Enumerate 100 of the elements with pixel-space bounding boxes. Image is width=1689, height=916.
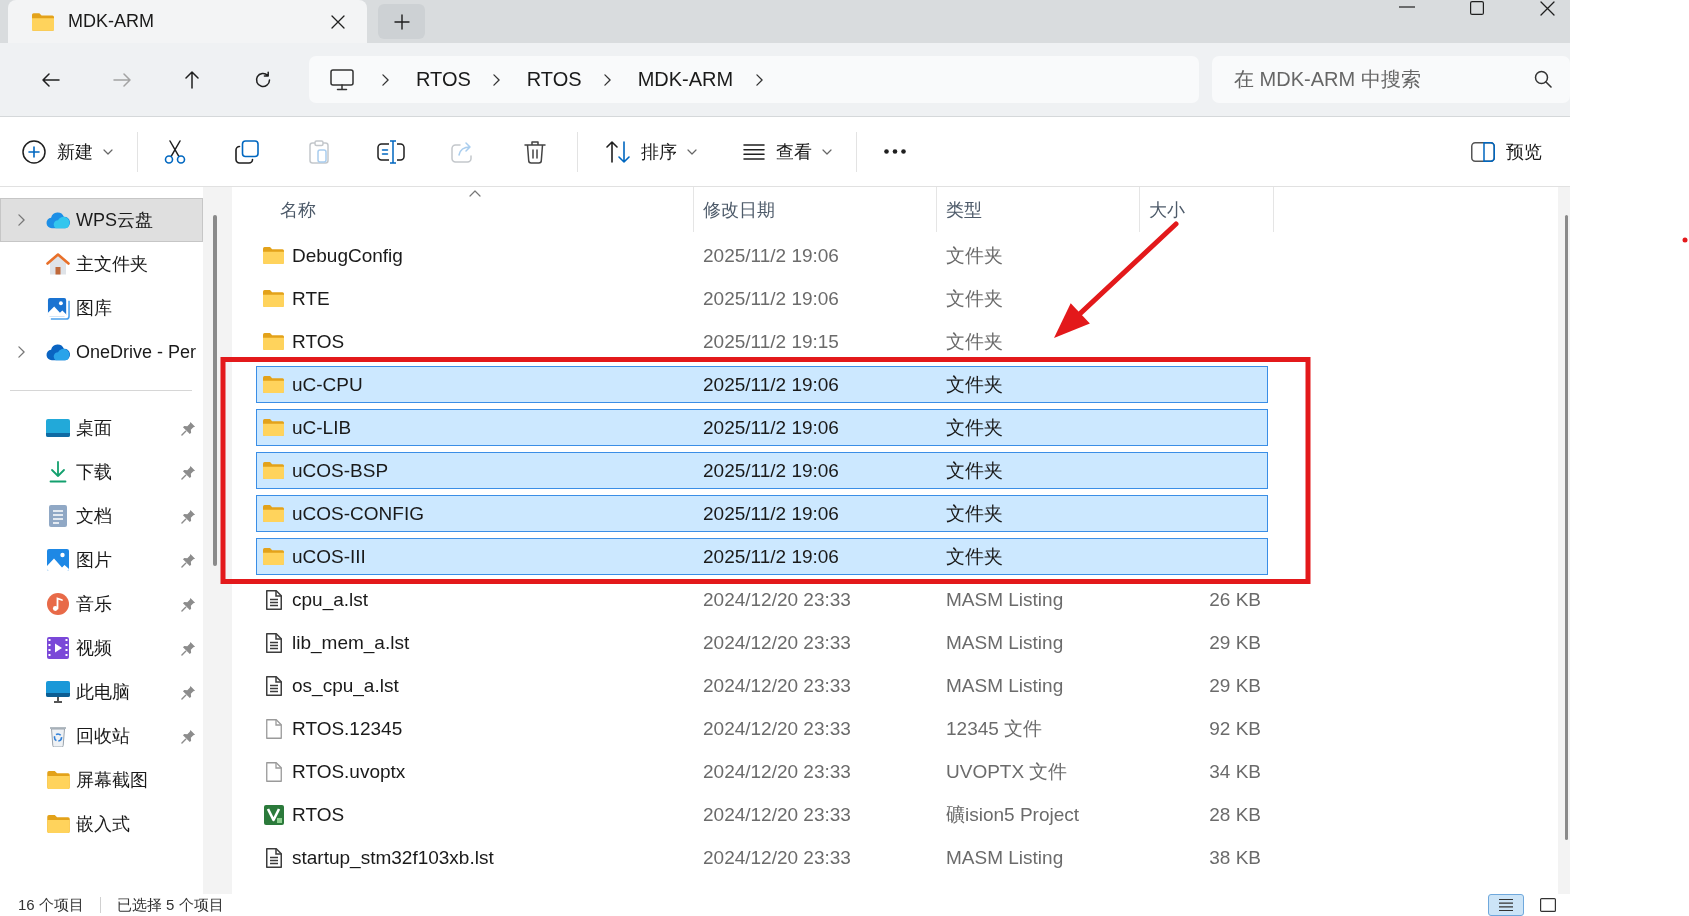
file-row[interactable]: uCOS-BSP 2025/11/2 19:06 文件夹 [256,452,1268,489]
address-bar[interactable]: RTOS RTOS MDK-ARM [308,56,1199,103]
download-arrow-icon [49,461,67,483]
arrow-left-icon [41,72,60,87]
modified-date: 2025/11/2 19:06 [702,459,839,482]
modified-date: 2024/12/20 23:33 [702,588,851,611]
project-file-icon [263,804,284,825]
sidebar-item[interactable]: 回收站 [0,714,203,758]
file-size: 38 KB [1209,846,1262,869]
file-row[interactable]: DebugConfig 2025/11/2 19:06 文件夹 [256,237,1268,274]
file-row[interactable]: RTOS 2025/11/2 19:15 文件夹 [256,323,1268,360]
file-row[interactable]: RTOS.uvoptx 2024/12/20 23:33 UVOPTX 文件 34 KB [256,753,1268,790]
scrollbar-thumb[interactable] [1565,215,1568,840]
file-row[interactable]: lib_mem_a.lst 2024/12/20 23:33 MASM Listing 29 KB [256,624,1268,661]
modified-date: 2025/11/2 19:15 [702,330,839,353]
tab[interactable]: MDK-ARM [8,0,367,43]
modified-date: 2025/11/2 19:06 [702,416,839,439]
copy-icon [235,139,259,164]
sidebar-item[interactable]: 音乐 [0,582,203,626]
recycle-bin-icon [49,725,67,747]
sidebar-item[interactable]: 桌面 [0,406,203,450]
breadcrumb-item[interactable]: RTOS [520,61,588,98]
folder-icon [32,12,54,31]
file-name: RTOS [292,330,345,353]
chevron-right-icon[interactable] [604,73,612,86]
sort-button[interactable]: 排序 [598,129,705,174]
chevron-down-icon [103,148,113,155]
file-name: RTOS [292,803,345,826]
sidebar-item[interactable]: 屏幕截图 [0,758,203,802]
new-tab-button[interactable] [378,4,425,39]
column-header[interactable]: 修改日期 [693,187,936,232]
screen-icon [46,419,70,437]
preview-pane-icon [1471,141,1495,162]
document-icon [265,589,282,610]
file-name: DebugConfig [292,244,403,267]
file-name: uCOS-III [292,545,366,568]
file-row[interactable]: uC-CPU 2025/11/2 19:06 文件夹 [256,366,1268,403]
sidebar-item[interactable]: OneDrive - Per [0,330,203,374]
scrollbar-thumb[interactable] [213,215,217,566]
file-row[interactable]: cpu_a.lst 2024/12/20 23:33 MASM Listing 26 KB [256,581,1268,618]
file-name: lib_mem_a.lst [292,631,410,654]
file-name: cpu_a.lst [292,588,369,611]
chevron-right-icon[interactable] [493,73,501,86]
modified-date: 2024/12/20 23:33 [702,760,851,783]
annotation-dot [1682,237,1688,243]
file-row[interactable]: os_cpu_a.lst 2024/12/20 23:33 MASM Listing 29 KB [256,667,1268,704]
file-type: 文件夹 [945,501,1003,526]
file-row[interactable]: RTOS.12345 2024/12/20 23:33 12345 文件 92 KB [256,710,1268,747]
folder-icon [263,376,284,393]
view-mode-button[interactable] [1488,894,1524,916]
file-row[interactable]: RTOS 2024/12/20 23:33 礦ision5 Project 28 KB [256,796,1268,833]
blank-file-icon [265,718,282,739]
file-row[interactable]: RTE 2025/11/2 19:06 文件夹 [256,280,1268,317]
trash-icon [524,139,546,164]
scissors-icon [164,139,186,164]
file-row[interactable]: uC-LIB 2025/11/2 19:06 文件夹 [256,409,1268,446]
tiles-view-icon [1540,898,1556,912]
file-type: 文件夹 [945,372,1003,397]
file-type: 文件夹 [945,329,1003,354]
folder-icon [263,247,284,264]
plus-circle-icon [22,139,46,164]
sidebar-item[interactable]: 文档 [0,494,203,538]
file-size: 26 KB [1209,588,1262,611]
column-header[interactable]: 名称 [256,187,693,232]
chevron-down-icon [822,148,832,155]
arrow-right-icon [112,72,131,87]
file-row[interactable]: startup_stm32f103xb.lst 2024/12/20 23:33 MASM Listing 38 KB [256,839,1268,876]
chevron-right-icon[interactable] [382,73,390,86]
file-row[interactable]: uCOS-CONFIG 2025/11/2 19:06 文件夹 [256,495,1268,532]
folder-icon [263,505,284,522]
document-icon [265,632,282,653]
file-type: 文件夹 [945,458,1003,483]
column-header[interactable]: 类型 [936,187,1139,232]
sidebar-item[interactable]: 此电脑 [0,670,203,714]
new-button[interactable]: 新建 [14,129,121,174]
sidebar-item[interactable]: WPS云盘 [0,198,203,242]
monitor-icon [329,68,354,91]
file-row[interactable]: uCOS-III 2025/11/2 19:06 文件夹 [256,538,1268,575]
folder-icon [263,333,284,350]
sidebar-item[interactable]: 下载 [0,450,203,494]
sidebar-item[interactable]: 图片 [0,538,203,582]
file-type: 文件夹 [945,415,1003,440]
preview-button[interactable]: 预览 [1463,129,1550,174]
sidebar-item[interactable]: 图库 [0,286,203,330]
sidebar-item[interactable]: 嵌入式 [0,802,203,846]
breadcrumb-item[interactable]: MDK-ARM [631,61,740,98]
folder-icon [263,290,284,307]
column-header[interactable]: 大小 [1139,187,1274,232]
breadcrumb-item[interactable]: RTOS [409,61,477,98]
chevron-right-icon[interactable] [755,73,763,86]
close-icon [1539,1,1555,16]
sidebar-item[interactable]: 视频 [0,626,203,670]
sidebar-item[interactable]: 主文件夹 [0,242,203,286]
search-field[interactable]: 在 MDK-ARM 中搜索 [1212,56,1570,103]
arrow-up-icon [185,70,200,89]
clipboard-icon [309,139,329,164]
document-icon [265,675,282,696]
view-button[interactable]: 查看 [735,129,840,174]
plus-icon [393,13,410,30]
monitor-icon [46,681,70,703]
